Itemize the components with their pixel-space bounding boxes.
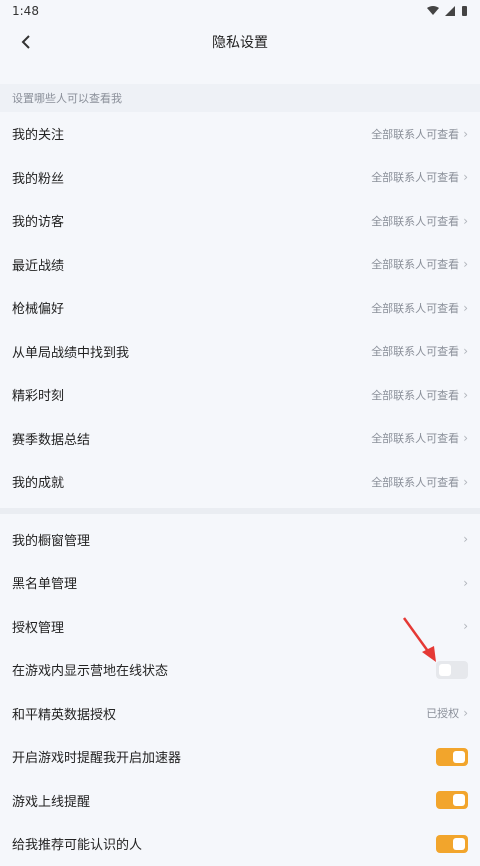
visibility-row[interactable]: 赛季数据总结 全部联系人可查看 ›	[0, 417, 480, 461]
row-right: 全部联系人可查看 ›	[371, 300, 468, 316]
other-row[interactable]: 开启游戏时提醒我开启加速器	[0, 735, 480, 779]
toggle-knob	[439, 663, 451, 676]
row-label: 我的橱窗管理	[12, 533, 91, 549]
battery-icon	[462, 6, 467, 16]
row-label: 我的访客	[12, 215, 65, 231]
row-label: 在游戏内显示营地在线状态	[12, 664, 169, 680]
row-label: 最近战绩	[12, 258, 65, 274]
chevron-right-icon: ›	[463, 532, 468, 547]
status-bar: 1:48	[0, 0, 480, 22]
row-right: 全部联系人可查看 ›	[371, 474, 468, 490]
row-label: 精彩时刻	[12, 389, 65, 405]
back-button[interactable]	[14, 30, 38, 54]
chevron-right-icon: ›	[463, 170, 468, 185]
row-right: 全部联系人可查看 ›	[371, 213, 468, 229]
row-right: 已授权 ›	[426, 705, 468, 721]
row-right: ›	[463, 532, 468, 546]
toggle-switch[interactable]	[436, 660, 468, 679]
chevron-right-icon: ›	[463, 126, 468, 141]
header-bar: 隐私设置	[0, 22, 480, 62]
row-label: 我的粉丝	[12, 171, 65, 187]
row-right	[436, 791, 468, 810]
visibility-row[interactable]: 我的访客 全部联系人可查看 ›	[0, 199, 480, 243]
visibility-row[interactable]: 精彩时刻 全部联系人可查看 ›	[0, 373, 480, 417]
visibility-row[interactable]: 从单局战绩中找到我 全部联系人可查看 ›	[0, 330, 480, 374]
toggle-knob	[453, 750, 465, 763]
chevron-right-icon: ›	[463, 575, 468, 590]
signal-icon	[445, 6, 455, 16]
status-time: 1:48	[12, 4, 39, 18]
row-label: 和平精英数据授权	[12, 707, 117, 723]
chevron-right-icon: ›	[463, 213, 468, 228]
row-right: 全部联系人可查看 ›	[371, 430, 468, 446]
row-right: 全部联系人可查看 ›	[371, 387, 468, 403]
visibility-row[interactable]: 我的成就 全部联系人可查看 ›	[0, 460, 480, 504]
row-value: 全部联系人可查看	[371, 432, 460, 446]
row-right	[436, 834, 468, 853]
row-right	[436, 660, 468, 679]
visibility-row[interactable]: 最近战绩 全部联系人可查看 ›	[0, 243, 480, 287]
annotation-arrow-icon	[402, 617, 436, 662]
row-value: 全部联系人可查看	[371, 475, 460, 489]
chevron-right-icon: ›	[463, 706, 468, 721]
row-value: 已授权	[426, 707, 460, 721]
chevron-right-icon: ›	[463, 619, 468, 634]
row-label: 从单局战绩中找到我	[12, 345, 130, 361]
row-label: 开启游戏时提醒我开启加速器	[12, 751, 182, 767]
row-right	[436, 747, 468, 766]
toggle-knob	[453, 837, 465, 850]
row-label: 枪械偏好	[12, 302, 65, 318]
row-label: 我的成就	[12, 476, 65, 492]
chevron-right-icon: ›	[463, 431, 468, 446]
toggle-switch[interactable]	[436, 747, 468, 766]
page-title: 隐私设置	[212, 35, 268, 51]
row-right: 全部联系人可查看 ›	[371, 169, 468, 185]
row-value: 全部联系人可查看	[371, 301, 460, 315]
row-right: ›	[463, 619, 468, 633]
chevron-right-icon: ›	[463, 344, 468, 359]
toggle-knob	[453, 794, 465, 807]
row-label: 黑名单管理	[12, 577, 78, 593]
settings-list: 我的关注 全部联系人可查看 › 我的粉丝 全部联系人可查看 › 我的访客 全部联系人可查看 › 最…	[0, 112, 480, 866]
row-label: 授权管理	[12, 620, 65, 636]
chevron-left-icon	[21, 35, 30, 49]
visibility-row[interactable]: 我的关注 全部联系人可查看 ›	[0, 112, 480, 156]
chevron-right-icon: ›	[463, 300, 468, 315]
chevron-right-icon: ›	[463, 387, 468, 402]
other-row[interactable]: 黑名单管理 ›	[0, 561, 480, 605]
status-icons	[427, 5, 468, 17]
visibility-row[interactable]: 枪械偏好 全部联系人可查看 ›	[0, 286, 480, 330]
visibility-row[interactable]: 我的粉丝 全部联系人可查看 ›	[0, 156, 480, 200]
toggle-switch[interactable]	[436, 791, 468, 810]
other-row[interactable]: 游戏上线提醒	[0, 779, 480, 823]
row-right: 全部联系人可查看 ›	[371, 256, 468, 272]
chevron-right-icon: ›	[463, 474, 468, 489]
section-header: 设置哪些人可以查看我	[0, 84, 480, 112]
row-value: 全部联系人可查看	[371, 127, 460, 141]
chevron-right-icon: ›	[463, 257, 468, 272]
row-label: 给我推荐可能认识的人	[12, 838, 143, 854]
other-row[interactable]: 给我推荐可能认识的人	[0, 822, 480, 866]
wifi-icon	[427, 6, 439, 15]
row-value: 全部联系人可查看	[371, 214, 460, 228]
row-value: 全部联系人可查看	[371, 258, 460, 272]
toggle-switch[interactable]	[436, 834, 468, 853]
other-row[interactable]: 和平精英数据授权 已授权 ›	[0, 692, 480, 736]
row-right: ›	[463, 576, 468, 590]
row-right: 全部联系人可查看 ›	[371, 343, 468, 359]
row-right: 全部联系人可查看 ›	[371, 126, 468, 142]
other-row[interactable]: 我的橱窗管理 ›	[0, 518, 480, 562]
row-value: 全部联系人可查看	[371, 345, 460, 359]
row-label: 我的关注	[12, 128, 65, 144]
row-value: 全部联系人可查看	[371, 388, 460, 402]
section-divider	[0, 507, 480, 514]
row-label: 赛季数据总结	[12, 432, 91, 448]
row-label: 游戏上线提醒	[12, 794, 91, 810]
row-value: 全部联系人可查看	[371, 171, 460, 185]
